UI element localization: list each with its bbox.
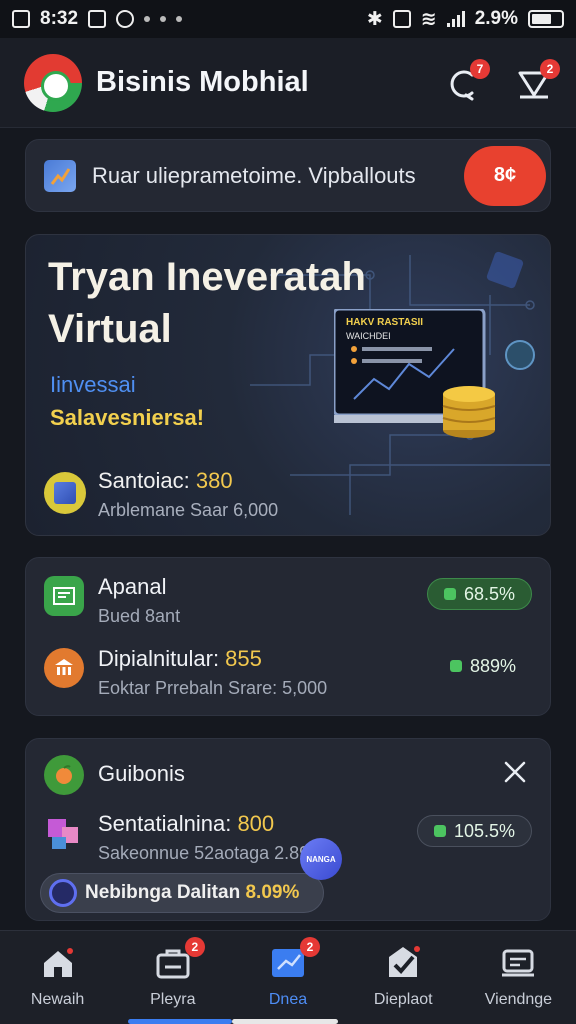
- notification-badge: 7: [470, 58, 490, 79]
- bonus-row-sub: Sakeonnue 52aotaga 2.89: [98, 843, 310, 863]
- stat-change-badge: 889%: [434, 650, 532, 682]
- wifi-icon: ≋: [420, 8, 437, 30]
- notifications-button[interactable]: 7: [446, 58, 490, 101]
- nav-badge: 2: [184, 937, 205, 957]
- app-logo: [24, 53, 82, 112]
- bonus-row-title: Sentatialnina: 800: [98, 811, 275, 836]
- stat-row[interactable]: Dipialnitular: 855 Eoktar Prrebaln Srare…: [44, 646, 532, 706]
- nav-item-display[interactable]: Dieplaot: [346, 931, 461, 1024]
- peach-icon: [44, 755, 84, 795]
- up-icon: [433, 825, 446, 837]
- home-gesture-bar[interactable]: [232, 1019, 338, 1024]
- floating-chip[interactable]: Nebibnga Dalitan 8.09%: [40, 873, 324, 913]
- vibrate-icon: [392, 10, 411, 28]
- active-tab-indicator: [128, 1019, 232, 1024]
- blocks-icon: [44, 813, 84, 853]
- dot-icon: [144, 16, 151, 22]
- ledger-icon: [44, 576, 84, 616]
- assistant-bubble-button[interactable]: NANGA: [300, 838, 342, 880]
- chart-icon: [44, 159, 76, 192]
- bluetooth-icon: ✱: [366, 8, 383, 30]
- notification-app-icon: [12, 10, 30, 28]
- messages-button[interactable]: 2: [516, 58, 560, 101]
- laptop-subheading: WAICHDEI: [346, 331, 391, 341]
- up-icon: [443, 588, 456, 600]
- hero-stat-sub: Arblemane Saar 6,000: [98, 500, 279, 520]
- hero-title: Tryan Ineveratah Virtual: [48, 255, 366, 351]
- home-icon: [43, 948, 73, 977]
- bonus-row[interactable]: Sentatialnina: 800 Sakeonnue 52aotaga 2.…: [44, 811, 532, 871]
- app-title: Bisinis Mobhial: [96, 66, 309, 98]
- floating-text: Nebibnga Dalitan 8.09%: [85, 882, 300, 903]
- bubble-label: NANGA: [306, 854, 336, 864]
- notice-text: Ruar ulieprametoime. Vipballouts: [92, 162, 416, 188]
- bonus-change-badge: 105.5%: [416, 815, 532, 847]
- stat-title: Apanal: [98, 574, 167, 599]
- battery-percent: 2.9%: [474, 8, 518, 29]
- monitor-icon: [502, 949, 535, 977]
- notice-action-button[interactable]: 8¢: [464, 145, 546, 206]
- check-icon: [116, 10, 135, 28]
- bank-icon: [44, 648, 84, 688]
- stat-sub: Bued 8ant: [98, 606, 181, 626]
- hero-subtitle-1: Iinvessai: [50, 372, 136, 397]
- hero-card[interactable]: Tryan Ineveratah Virtual Iinvessai Salav…: [25, 234, 551, 536]
- nav-item-home[interactable]: Newaih: [0, 931, 115, 1024]
- gallery-icon: [88, 10, 107, 28]
- shield-icon: [49, 879, 77, 907]
- hero-stat-label: Santoiac: 380: [98, 468, 233, 493]
- battery-icon: [528, 10, 564, 28]
- app-header: Bisinis Mobhial 7 2: [0, 38, 576, 128]
- stat-title: Dipialnitular: 855: [98, 646, 262, 671]
- stats-card: Apanal Bued 8ant 68.5% Dipialnitular: 85…: [25, 557, 551, 716]
- stat-sub: Eoktar Prrebaln Srare: 5,000: [98, 678, 328, 698]
- nav-badge: 2: [300, 937, 320, 957]
- task-check-icon: [389, 946, 421, 977]
- stat-change-badge: 68.5%: [426, 578, 532, 610]
- notice-banner[interactable]: Ruar ulieprametoime. Vipballouts 8¢: [25, 139, 551, 212]
- nav-item-trading[interactable]: Viendnge: [461, 931, 576, 1024]
- dot-icon: [160, 16, 167, 22]
- up-icon: [449, 660, 462, 672]
- bonus-header: Guibonis: [44, 753, 532, 813]
- status-time: 8:32: [40, 8, 79, 29]
- bonus-title: Guibonis: [98, 761, 185, 786]
- status-bar: 8:32 ✱ ≋ 2.9%: [0, 0, 576, 38]
- coins-icon: [442, 386, 496, 438]
- laptop-heading: HAKV RASTASII: [346, 317, 424, 328]
- nav-item-dnea[interactable]: 2 Dnea: [230, 931, 345, 1024]
- dot-icon: [176, 16, 183, 22]
- signal-icon: [446, 11, 465, 27]
- hero-subtitle-2: Salavesniersa!: [50, 405, 205, 430]
- nav-item-portfolio[interactable]: 2 Pleyra: [115, 931, 230, 1024]
- cube-icon: [44, 472, 86, 514]
- bottom-nav: Newaih 2 Pleyra 2 Dnea Dieplaot Viendnge: [0, 930, 576, 1024]
- chat-badge: 2: [540, 58, 560, 79]
- close-icon[interactable]: [502, 759, 528, 785]
- stat-row[interactable]: Apanal Bued 8ant 68.5%: [44, 574, 532, 634]
